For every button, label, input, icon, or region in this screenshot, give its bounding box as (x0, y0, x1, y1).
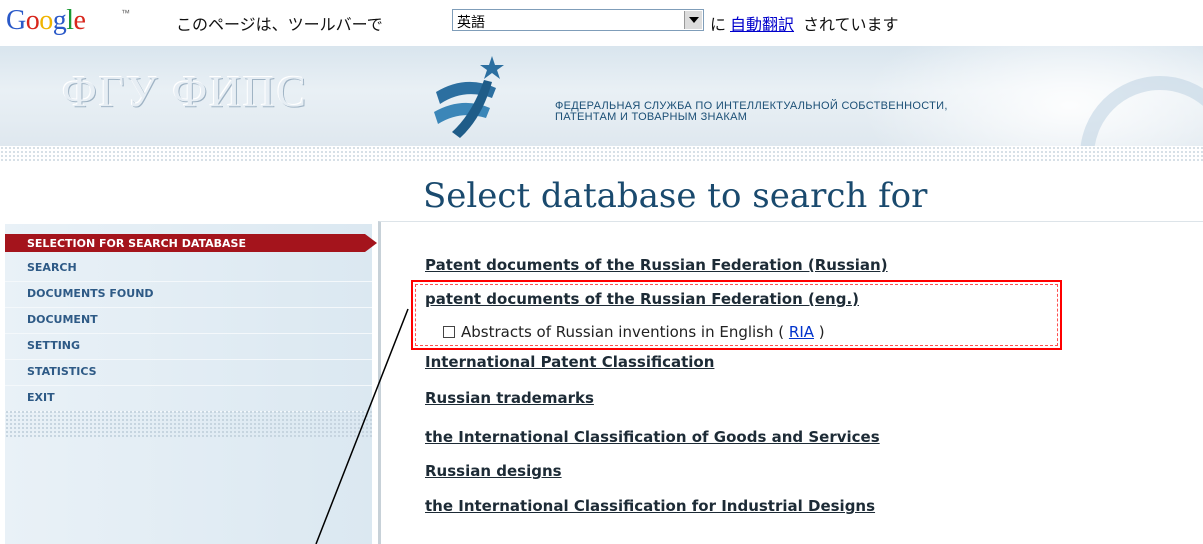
sidebar-item-setting[interactable]: SETTING (5, 334, 372, 360)
translate-message-prefix: このページは、ツールバーで (176, 15, 383, 34)
sidebar-item-label: DOCUMENT (27, 313, 98, 326)
page-title: Select database to search for (423, 176, 928, 216)
sidebar: SELECTION FOR SEARCH DATABASE SEARCH DOC… (5, 224, 377, 544)
sidebar-item-label: SEARCH (27, 261, 77, 274)
banner-dotted-divider (0, 146, 1203, 162)
sidebar-dotted-divider (5, 410, 372, 438)
site-description: ФЕДЕРАЛЬНАЯ СЛУЖБА ПО ИНТЕЛЛЕКТУАЛЬНОЙ С… (555, 101, 948, 123)
sidebar-item-label: STATISTICS (27, 365, 97, 378)
translate-message-suffix: されています (803, 15, 899, 34)
sidebar-item-label: SELECTION FOR SEARCH DATABASE (27, 237, 246, 250)
chevron-down-icon[interactable] (684, 11, 702, 29)
db-link-ipc[interactable]: International Patent Classification (425, 353, 714, 371)
db-link-russian-designs[interactable]: Russian designs (425, 462, 562, 480)
translate-bar: Google ™ このページは、ツールバーで 英語 に 自動翻訳 されています (0, 0, 1203, 44)
site-title: ФГУ ФИПС (62, 67, 309, 116)
sidebar-item-documents-found[interactable]: DOCUMENTS FOUND (5, 282, 372, 308)
sidebar-item-exit[interactable]: EXIT (5, 386, 372, 412)
sidebar-item-search[interactable]: SEARCH (5, 256, 372, 282)
sidebar-item-statistics[interactable]: STATISTICS (5, 360, 372, 386)
site-description-line2: ПАТЕНТАМ И ТОВАРНЫМ ЗНАКАМ (555, 111, 748, 123)
language-select[interactable]: 英語 (452, 9, 704, 31)
fips-emblem-icon (434, 56, 504, 138)
db-link-locarno-classification[interactable]: the International Classification for Ind… (425, 497, 875, 515)
translate-message-mid: に (710, 15, 727, 34)
google-logo: Google (6, 5, 86, 36)
language-select-value: 英語 (457, 15, 485, 31)
auto-translate-link[interactable]: 自動翻訳 (730, 11, 794, 35)
db-link-russian-trademarks[interactable]: Russian trademarks (425, 389, 594, 407)
sidebar-item-label: DOCUMENTS FOUND (27, 287, 154, 300)
db-link-patents-ru-russian[interactable]: Patent documents of the Russian Federati… (425, 256, 888, 274)
trademark-sign: ™ (121, 8, 130, 18)
site-banner: ФГУ ФИПС ФЕДЕРАЛЬНАЯ СЛУЖБА ПО ИНТЕЛЛЕКТ… (0, 46, 1203, 146)
highlight-box (411, 280, 1062, 350)
sidebar-item-label: EXIT (27, 391, 55, 404)
sidebar-item-document[interactable]: DOCUMENT (5, 308, 372, 334)
highlight-inner-dashes (415, 284, 1058, 346)
sidebar-item-label: SETTING (27, 339, 81, 352)
db-link-nice-classification[interactable]: the International Classification of Good… (425, 428, 880, 446)
sidebar-item-selection-for-search-database[interactable]: SELECTION FOR SEARCH DATABASE (5, 234, 377, 252)
